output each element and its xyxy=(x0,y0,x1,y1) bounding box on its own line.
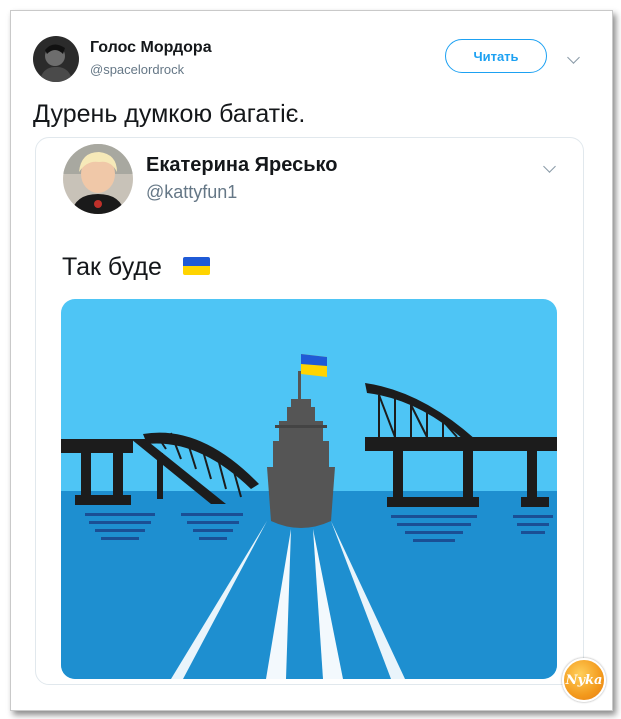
quoted-author-avatar[interactable] xyxy=(63,144,133,214)
outer-tweet-text: Дурень думкою багатіє. xyxy=(33,100,306,128)
outer-author-name[interactable]: Голос Мордора xyxy=(90,39,212,57)
outer-author-avatar[interactable] xyxy=(33,36,79,82)
ship-bridge-illustration xyxy=(61,299,557,679)
ukraine-flag-icon xyxy=(183,257,210,275)
quoted-author-handle[interactable]: @kattyfun1 xyxy=(146,182,237,203)
quoted-author-name[interactable]: Екатерина Яресько xyxy=(146,154,338,177)
watermark-logo: Nyka xyxy=(562,658,606,702)
tweet-image[interactable] xyxy=(61,299,557,679)
outer-author-handle[interactable]: @spacelordrock xyxy=(90,62,184,77)
follow-button[interactable]: Читать xyxy=(445,39,547,73)
quoted-tweet-text: Так буде xyxy=(62,253,162,281)
